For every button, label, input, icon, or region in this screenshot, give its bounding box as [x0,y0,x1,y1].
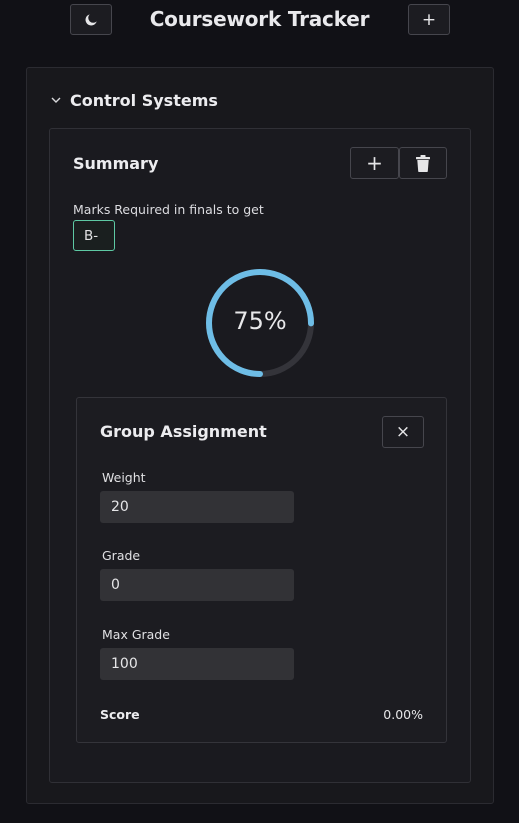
summary-title: Summary [73,154,159,173]
score-value: 0.00% [383,707,423,722]
remove-assignment-button[interactable]: × [382,416,424,448]
score-label: Score [100,707,140,722]
grade-label: Grade [102,548,141,563]
progress-percent: 75% [233,307,287,335]
course-toggle[interactable]: Control Systems [50,90,218,110]
weight-label: Weight [102,470,146,485]
trash-icon [416,154,430,172]
max-grade-label: Max Grade [102,627,170,642]
delete-course-button[interactable] [399,147,447,179]
max-grade-input[interactable] [100,648,294,680]
marks-required-label: Marks Required in finals to get [73,202,264,217]
course-title: Control Systems [70,90,218,110]
add-course-button[interactable]: + [408,4,450,35]
weight-input[interactable] [100,491,294,523]
app-root: Coursework Tracker + Control Systems Sum… [0,0,519,823]
grade-input[interactable] [100,569,294,601]
target-grade-select[interactable]: B- [73,220,115,251]
chevron-down-icon [50,93,64,107]
add-assignment-button[interactable]: + [350,147,399,179]
assignment-title: Group Assignment [100,422,267,441]
